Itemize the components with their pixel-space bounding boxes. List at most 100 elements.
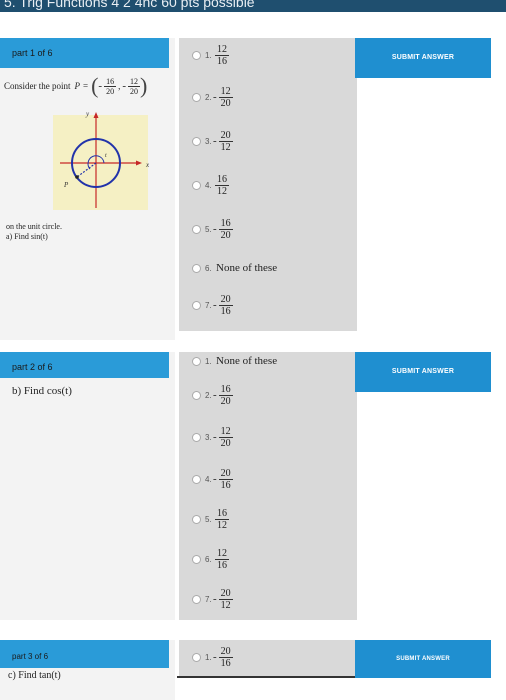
fraction-denominator: 16 <box>217 55 227 67</box>
choice-sign: - <box>213 473 217 485</box>
prompt-prefix: Consider the point <box>4 81 71 91</box>
y-axis-label: y <box>85 110 90 118</box>
part-3-prompt: c) Find tan(t) <box>8 670 61 681</box>
part-2-choice-6[interactable]: 6. 12 16 <box>179 542 229 576</box>
point-x-num: 16 <box>106 76 115 86</box>
choice-number: 2. <box>205 92 212 102</box>
part-2-choice-5[interactable]: 5. 16 12 <box>179 502 229 536</box>
radio-button[interactable] <box>192 224 201 234</box>
choice-fraction: 16 12 <box>215 508 229 531</box>
divider-line <box>177 676 355 678</box>
choice-fraction: 16 12 <box>215 174 229 197</box>
part-2-prompt: b) Find cos(t) <box>12 385 72 397</box>
part-2-choice-2[interactable]: 2. - 16 20 <box>179 378 233 412</box>
choice-number: 1. <box>205 652 212 662</box>
part-1-choice-3[interactable]: 3. - 20 12 <box>179 124 233 158</box>
part-2-header: part 2 of 6 <box>0 352 169 378</box>
assignment-title-bar: 5. Trig Functions 4 2 4nc 60 pts possibl… <box>0 0 506 12</box>
part-1-submit-button[interactable]: SUBMIT ANSWER <box>355 38 491 78</box>
part-3-submit-button[interactable]: SUBMIT ANSWER <box>355 640 491 678</box>
radio-button[interactable] <box>192 263 201 273</box>
choice-sign: - <box>213 431 217 443</box>
part-1-choice-7[interactable]: 7. - 20 16 <box>179 288 233 322</box>
assignment-title: 5. Trig Functions 4 2 4nc 60 pts possibl… <box>4 0 255 10</box>
radio-button[interactable] <box>192 554 201 564</box>
point-x-den: 20 <box>106 86 115 96</box>
point-y-num: 12 <box>130 76 138 86</box>
fraction-numerator: 12 <box>217 43 227 55</box>
part-2-choice-4[interactable]: 4. - 20 16 <box>179 462 233 496</box>
fraction-numerator: 20 <box>220 467 231 479</box>
point-y-den: 20 <box>130 86 138 96</box>
choice-sign: - <box>213 135 217 147</box>
point-label: P <box>74 81 81 91</box>
radio-button[interactable] <box>192 300 201 310</box>
fraction-numerator: 20 <box>220 129 231 141</box>
part-1-header-label: part 1 of 6 <box>12 48 53 58</box>
choice-number: 4. <box>205 474 212 484</box>
part-2-choice-1[interactable]: 1. None of these <box>179 352 277 370</box>
part-1-choice-4[interactable]: 4. 16 12 <box>179 168 229 202</box>
choice-sign: - <box>213 223 217 235</box>
radio-button[interactable] <box>192 390 201 400</box>
fraction-numerator: 12 <box>220 85 231 97</box>
fraction-denominator: 20 <box>220 97 231 109</box>
radius-line <box>76 162 97 178</box>
part-3-question-panel: part 3 of 6 c) Find tan(t) <box>0 640 175 700</box>
part-1-choice-6[interactable]: 6. None of these <box>179 250 277 286</box>
choice-number: 3. <box>205 136 212 146</box>
fraction-denominator: 12 <box>217 185 227 197</box>
fraction-numerator: 20 <box>220 293 231 305</box>
part-1-choices: 1. 12 16 2. - 12 20 3. - 20 12 4. 16 12 5. -… <box>179 38 357 331</box>
fraction-denominator: 16 <box>217 559 227 571</box>
part-2-header-label: part 2 of 6 <box>12 362 53 372</box>
radio-button[interactable] <box>192 652 201 662</box>
part-2-choice-7[interactable]: 7. - 20 12 <box>179 582 233 616</box>
radio-button[interactable] <box>192 50 201 60</box>
part-2-choice-3[interactable]: 3. - 12 20 <box>179 420 233 454</box>
radio-button[interactable] <box>192 594 201 604</box>
part-3-header-label: part 3 of 6 <box>12 652 49 661</box>
choice-sign: - <box>213 91 217 103</box>
choice-sign: - <box>213 299 217 311</box>
radio-button[interactable] <box>192 356 201 366</box>
point-x-sign: - <box>98 80 103 92</box>
part-1-header: part 1 of 6 <box>0 38 169 68</box>
radio-button[interactable] <box>192 180 201 190</box>
fraction-numerator: 16 <box>217 173 227 185</box>
radio-button[interactable] <box>192 432 201 442</box>
radio-button[interactable] <box>192 136 201 146</box>
fraction-numerator: 20 <box>220 645 231 657</box>
fraction-denominator: 12 <box>217 519 227 531</box>
choice-sign: - <box>213 389 217 401</box>
part-3-choice-1[interactable]: 1. - 20 16 <box>179 640 233 674</box>
fraction-denominator: 20 <box>220 437 231 449</box>
point-y-sign: - <box>122 80 126 92</box>
fraction-numerator: 16 <box>217 507 227 519</box>
choice-fraction: 20 16 <box>218 467 233 491</box>
choice-number: 7. <box>205 300 212 310</box>
fraction-denominator: 16 <box>220 479 231 491</box>
choice-number: 6. <box>205 263 212 273</box>
x-axis-arrow <box>136 160 142 166</box>
choice-number: 6. <box>205 554 212 564</box>
choice-fraction: 12 16 <box>215 44 229 67</box>
fraction-denominator: 16 <box>220 657 231 669</box>
radio-button[interactable] <box>192 474 201 484</box>
part-1-choice-5[interactable]: 5. - 16 20 <box>179 212 233 246</box>
choice-number: 4. <box>205 180 212 190</box>
choice-number: 5. <box>205 514 212 524</box>
x-axis-label: x <box>145 161 150 169</box>
part-1-choice-1[interactable]: 1. 12 16 <box>179 38 229 72</box>
radio-button[interactable] <box>192 514 201 524</box>
choice-number: 1. <box>205 50 212 60</box>
radio-button[interactable] <box>192 92 201 102</box>
part-1-choice-2[interactable]: 2. - 12 20 <box>179 80 233 114</box>
point-equals: = <box>83 81 89 91</box>
point-x-fraction: 16 20 <box>104 76 117 96</box>
part-3-choices: 1. - 20 16 <box>179 640 357 676</box>
fraction-numerator: 16 <box>220 217 231 229</box>
fraction-denominator: 12 <box>220 599 231 611</box>
part-2-submit-button[interactable]: SUBMIT ANSWER <box>355 352 491 392</box>
choice-fraction: 20 16 <box>218 645 233 669</box>
